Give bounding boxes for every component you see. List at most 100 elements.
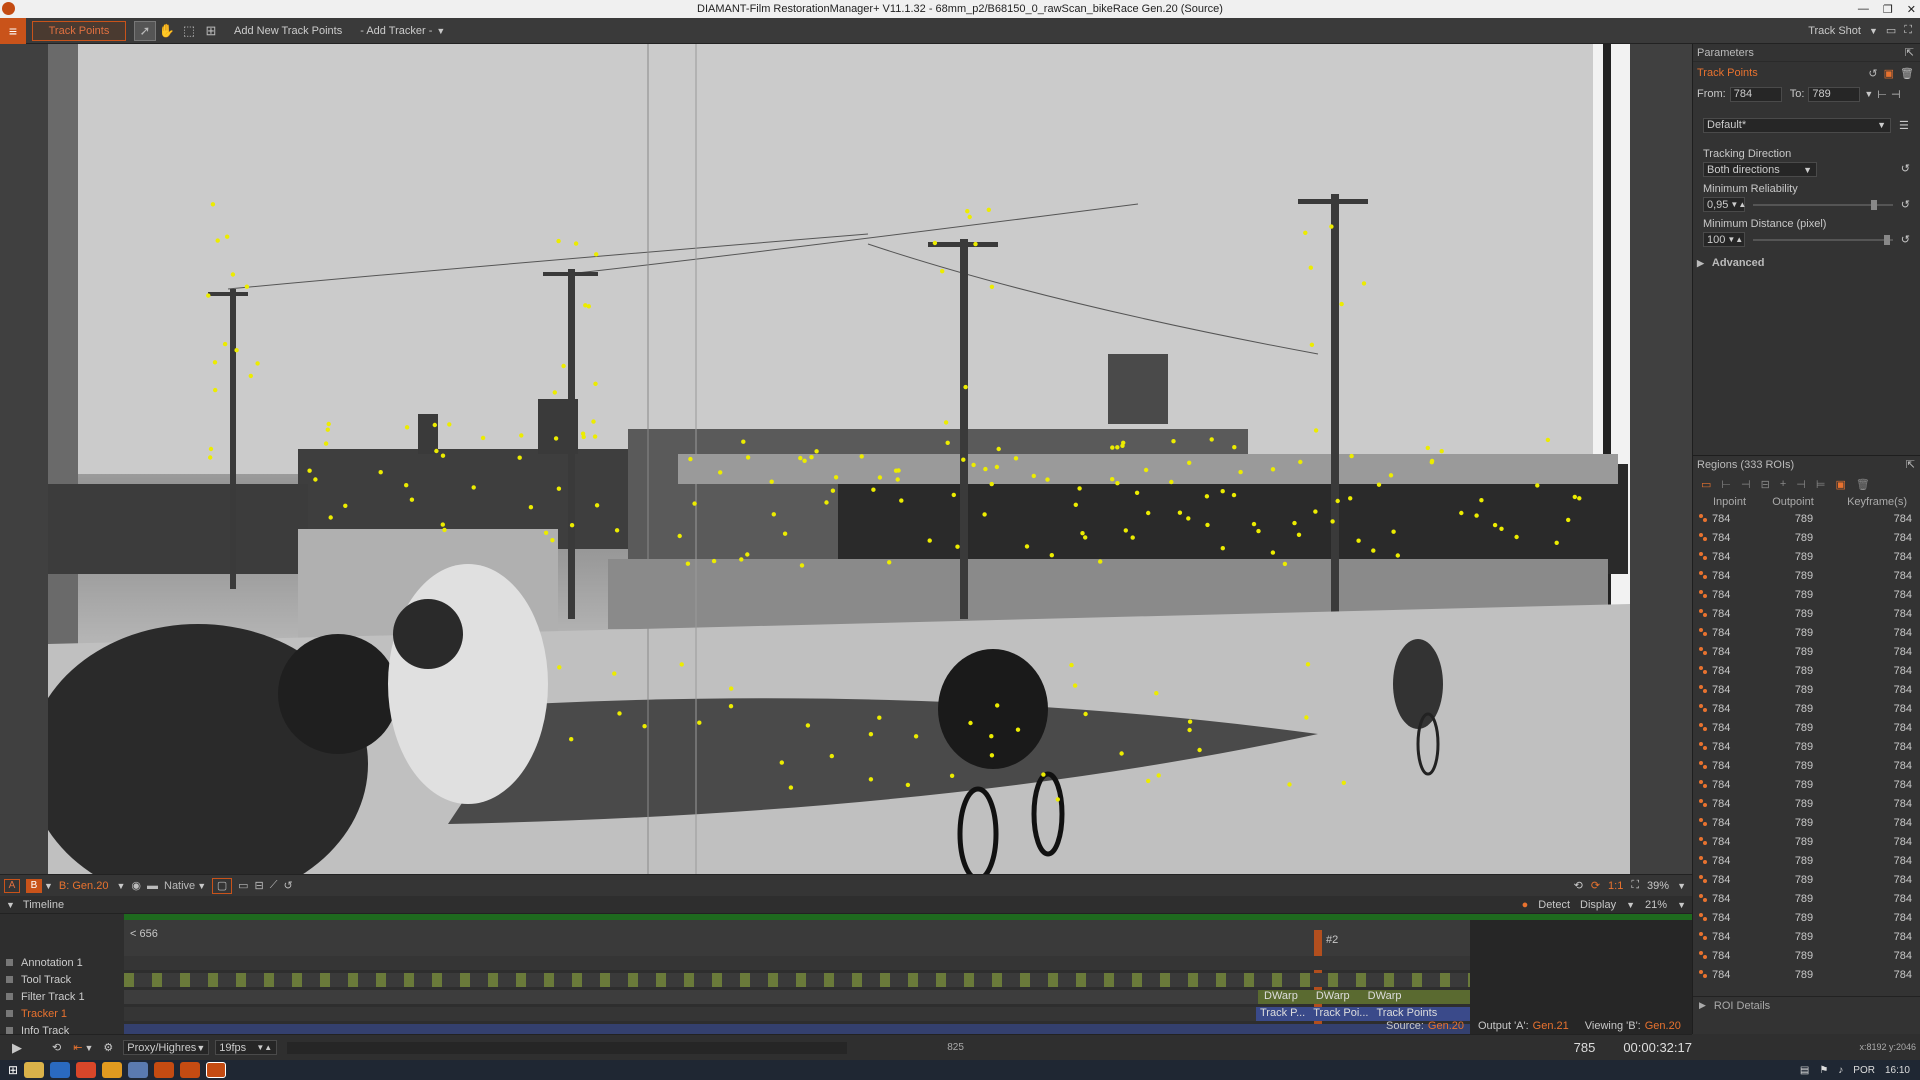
track-point-marker[interactable] — [1514, 534, 1519, 540]
track-point-marker[interactable] — [594, 503, 600, 508]
windows-start-icon[interactable]: ⊞ — [8, 1063, 18, 1077]
track-point-marker[interactable] — [877, 715, 882, 720]
track-point-marker[interactable] — [677, 533, 682, 539]
min-reliability-slider[interactable] — [1752, 199, 1893, 210]
track-point-marker[interactable] — [1110, 445, 1115, 450]
fps-field[interactable]: 19fps ▼▲ — [215, 1040, 278, 1055]
track-point-marker[interactable] — [868, 777, 874, 782]
diamant-icon[interactable] — [154, 1062, 175, 1078]
track-point-marker[interactable] — [949, 773, 955, 778]
region-row[interactable]: 784 789 784 — [1693, 889, 1920, 908]
track-point-marker[interactable] — [1270, 550, 1276, 555]
track-point-marker[interactable] — [771, 512, 776, 517]
track-point-marker[interactable] — [833, 475, 839, 480]
popout-icon[interactable]: ⇱ — [1906, 458, 1915, 471]
track-point-marker[interactable] — [718, 470, 723, 475]
track-point-marker[interactable] — [1313, 428, 1319, 433]
track-point-marker[interactable] — [830, 488, 836, 493]
track-point-marker[interactable] — [1388, 473, 1394, 478]
track-point-marker[interactable] — [896, 468, 901, 473]
track-point-marker[interactable] — [1308, 265, 1314, 270]
track-point-marker[interactable] — [215, 238, 220, 243]
graph-icon[interactable]: ⟋ — [270, 878, 278, 894]
track-point-marker[interactable] — [973, 241, 978, 247]
stepper-icon[interactable]: ▼▲ — [256, 1043, 272, 1052]
track-point-marker[interactable] — [1156, 773, 1161, 778]
track-point-marker[interactable] — [1197, 747, 1202, 753]
track-point-marker[interactable] — [1535, 483, 1540, 488]
lock-icon[interactable] — [6, 976, 13, 983]
app-icon[interactable] — [128, 1062, 149, 1078]
hand-pan-icon[interactable]: ✋ — [156, 21, 178, 41]
advanced-section[interactable]: ▶ Advanced — [1693, 247, 1920, 269]
track-point-marker[interactable] — [471, 485, 476, 490]
filter-lane[interactable]: DWarp DWarp DWarp — [124, 990, 1470, 1004]
track-point-marker[interactable] — [982, 512, 987, 517]
track-point-marker[interactable] — [1154, 691, 1159, 696]
track-point-marker[interactable] — [212, 360, 218, 365]
track-point-marker[interactable] — [996, 446, 1001, 452]
color-channels-icon[interactable]: ◉ — [131, 878, 141, 894]
settings-gear-icon[interactable]: ⚙ — [103, 1041, 113, 1054]
scale-mode-dropdown[interactable]: Native — [164, 878, 195, 894]
track-point-marker[interactable] — [1015, 727, 1021, 732]
track-point-marker[interactable] — [1069, 662, 1074, 668]
track-point-marker[interactable] — [612, 671, 617, 676]
track-point-marker[interactable] — [1479, 498, 1484, 503]
track-point-marker[interactable] — [1134, 490, 1140, 495]
track-point-marker[interactable] — [326, 421, 331, 427]
add-new-track-points-button[interactable]: Add New Track Points — [234, 25, 342, 37]
track-point-marker[interactable] — [313, 477, 318, 482]
safe-area-icon[interactable]: ▭ — [238, 878, 248, 894]
info-lane[interactable] — [124, 1024, 1470, 1034]
track-point-marker[interactable] — [871, 487, 876, 492]
chevron-down-icon[interactable]: ▼ — [1803, 165, 1812, 175]
track-point-marker[interactable] — [543, 530, 549, 535]
track-point-marker[interactable] — [1072, 683, 1078, 688]
chevron-down-icon[interactable]: ▼ — [196, 1043, 205, 1053]
timeline-zoom[interactable]: 21% — [1645, 899, 1667, 911]
chevron-down-icon[interactable]: ▼ — [1864, 89, 1873, 99]
track-point-marker[interactable] — [447, 422, 452, 427]
track-point-marker[interactable] — [877, 475, 883, 480]
min-reliability-field[interactable]: 0,95 ▼▲ — [1703, 197, 1746, 212]
rotate-right-icon[interactable]: ⟳ — [1591, 879, 1600, 892]
chevron-down-icon[interactable]: ▼ — [116, 881, 125, 891]
track-point-marker[interactable] — [688, 456, 693, 462]
add-tracker-dropdown[interactable]: - Add Tracker - — [360, 25, 432, 37]
track-point-marker[interactable] — [1209, 437, 1214, 442]
track-point-marker[interactable] — [745, 552, 750, 557]
language-indicator[interactable]: POR — [1853, 1065, 1875, 1076]
track-point-marker[interactable] — [517, 455, 522, 460]
film-frame[interactable] — [48, 44, 1630, 874]
range-icon[interactable]: ⊨ — [1816, 478, 1826, 491]
track-point-marker[interactable] — [1055, 797, 1060, 802]
track-point-marker[interactable] — [1439, 449, 1444, 454]
track-point-marker[interactable] — [1376, 482, 1382, 487]
track-point-marker[interactable] — [519, 433, 524, 438]
track-point-marker[interactable] — [1232, 445, 1237, 450]
region-row[interactable]: 784 789 784 — [1693, 813, 1920, 832]
track-point-marker[interactable] — [1572, 494, 1578, 500]
track-point-marker[interactable] — [971, 462, 976, 468]
minimize-icon[interactable]: — — [1858, 3, 1869, 15]
reset-icon[interactable]: ↺ — [1901, 162, 1910, 175]
track-point-marker[interactable] — [1296, 532, 1302, 537]
track-point-marker[interactable] — [1220, 546, 1226, 551]
track-point-marker[interactable] — [697, 720, 702, 725]
track-point-marker[interactable] — [617, 711, 622, 716]
rotate-left-icon[interactable]: ⟲ — [1574, 879, 1583, 892]
track-point-marker[interactable] — [1110, 477, 1115, 482]
track-point-marker[interactable] — [989, 734, 994, 739]
track-point-marker[interactable] — [679, 662, 684, 667]
chevron-down-icon[interactable]: ▼ — [1677, 900, 1686, 910]
track-point-marker[interactable] — [591, 419, 596, 424]
track-point-marker[interactable] — [968, 720, 973, 726]
track-point-marker[interactable] — [1083, 711, 1088, 717]
track-point-marker[interactable] — [404, 483, 409, 488]
track-point-marker[interactable] — [951, 492, 956, 498]
region-row[interactable]: 784 789 784 — [1693, 604, 1920, 623]
track-filter-1[interactable]: Filter Track 1 — [0, 988, 124, 1005]
track-point-marker[interactable] — [1171, 439, 1176, 444]
track-point-marker[interactable] — [1425, 445, 1431, 451]
